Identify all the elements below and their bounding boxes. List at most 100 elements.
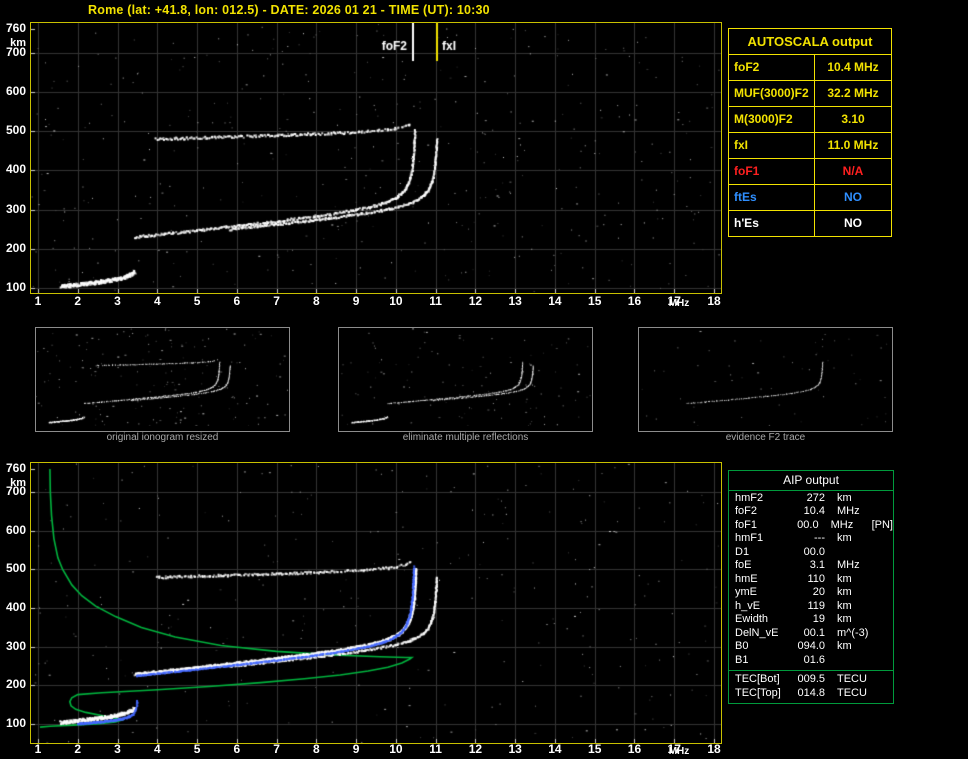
y-tick-label: 760 (5, 21, 26, 35)
x-tick-label: 6 (233, 294, 241, 308)
thumb3-caption: evidence F2 trace (725, 432, 806, 443)
autoscala-value: 11.0 MHz (827, 138, 879, 152)
x-tick-label: 15 (588, 294, 602, 308)
thumb2-canvas (339, 328, 592, 426)
x-tick-label: 8 (313, 294, 320, 308)
autoscala-param: foF2 (729, 55, 815, 80)
aip-value: 10.4 (803, 505, 825, 518)
aip-row: foE 3.1 MHz (729, 559, 893, 573)
y-tick-label: 200 (5, 240, 26, 255)
top-ionogram-canvas (31, 23, 721, 293)
aip-param: ymE (735, 586, 757, 599)
autoscala-row: foF2 10.4 MHz (729, 54, 891, 80)
aip-param: foF1 (735, 518, 758, 531)
autoscala-value: 32.2 MHz (827, 86, 879, 100)
aip-unit: MHz (837, 505, 860, 518)
aip-unit: km (837, 640, 852, 653)
autoscala-param: h'Es (729, 211, 815, 236)
bottom-ionogram-canvas (31, 463, 721, 743)
bottom-ionogram-panel (30, 462, 722, 744)
x-tick-label: 3 (114, 294, 121, 308)
aip-value: 00.0 (797, 518, 819, 531)
x-tick-label: 5 (193, 294, 201, 308)
aip-param: TEC[Top] (735, 686, 781, 699)
y-axis-unit: km (10, 477, 26, 489)
y-tick-label: 500 (5, 561, 26, 576)
aip-param: foE (735, 559, 752, 572)
aip-value: 272 (806, 491, 825, 504)
autoscala-value: 10.4 MHz (827, 60, 879, 74)
aip-row: DelN_vE 00.1 m^(-3) (729, 626, 893, 640)
aip-row: Ewidth 19 km (729, 613, 893, 627)
autoscala-value: NO (844, 190, 862, 204)
x-tick-label: 14 (548, 294, 562, 308)
aip-value: 009.5 (797, 673, 825, 686)
aip-param: TEC[Bot] (735, 673, 780, 686)
aip-row: B0 094.0 km (729, 640, 893, 654)
aip-row: foF1 00.0 MHz [PN] (729, 518, 893, 532)
y-tick-label: 600 (5, 83, 26, 98)
aip-param: D1 (735, 545, 750, 558)
autoscala-row: foF1 N/A (729, 158, 891, 184)
aip-value: 19 (812, 613, 825, 626)
aip-param: DelN_vE (735, 626, 779, 639)
thumb-original-ionogram (35, 327, 290, 432)
aip-row: foF2 10.4 MHz (729, 505, 893, 519)
thumb1-caption: original ionogram resized (106, 432, 219, 443)
y-tick-label: 500 (5, 123, 26, 138)
autoscala-row: h'Es NO (729, 210, 891, 236)
x-tick-label: 11 (429, 294, 442, 308)
y-tick-label: 600 (5, 522, 26, 537)
y-tick-label: 400 (5, 600, 26, 615)
aip-value: 01.6 (803, 653, 825, 666)
thumb2-caption: eliminate multiple reflections (402, 432, 529, 443)
autoscala-window: Rome (lat: +41.8, lon: 012.5) - DATE: 20… (0, 0, 968, 757)
thumb-eliminate-multiples (338, 327, 593, 432)
aip-unit: MHz (830, 518, 854, 531)
aip-unit: m^(-3) (837, 626, 869, 639)
aip-row: B1 01.6 (729, 653, 893, 667)
aip-value: 00.0 (803, 545, 825, 558)
autoscala-param: foF1 (729, 159, 815, 184)
aip-unit: km (837, 586, 852, 599)
autoscala-param: MUF(3000)F2 (729, 81, 815, 106)
autoscala-table-rows: foF2 10.4 MHz MUF(3000)F2 32.2 MHz M(3000)F2… (729, 54, 891, 236)
aip-row: h_vE 119 km (729, 599, 893, 613)
autoscala-param: fxI (729, 133, 815, 158)
aip-row: hmE 110 km (729, 572, 893, 586)
thumb1-canvas (36, 328, 289, 426)
aip-param: hmF1 (735, 532, 764, 545)
x-tick-label: 9 (352, 294, 360, 308)
thumb-evidence-f2-trace (638, 327, 893, 432)
aip-output-table: AIP output hmF2 272 km foF2 10.4 MHz foF1 00.0 M… (728, 470, 894, 704)
aip-value: --- (814, 532, 825, 545)
y-tick-label: 200 (5, 677, 26, 692)
aip-value: 094.0 (797, 640, 825, 653)
page-title: Rome (lat: +41.8, lon: 012.5) - DATE: 20… (88, 3, 490, 17)
aip-unit: TECU (837, 686, 867, 699)
y-tick-label: 100 (5, 716, 26, 730)
x-tick-label: 16 (627, 294, 642, 308)
y-tick-label: 400 (5, 162, 26, 177)
aip-unit: MHz (837, 559, 860, 572)
aip-param: foF2 (735, 505, 758, 518)
autoscala-value: N/A (842, 164, 864, 178)
autoscala-value: NO (844, 216, 862, 230)
x-axis-unit: MHz (668, 298, 690, 309)
aip-value: 3.1 (809, 559, 825, 572)
aip-table-rows: hmF2 272 km foF2 10.4 MHz foF1 00.0 MHz [PN] hmF1 -… (729, 491, 893, 667)
autoscala-param: ftEs (729, 185, 815, 210)
y-tick-label: 100 (5, 280, 26, 294)
aip-row: hmF2 272 km (729, 491, 893, 505)
aip-value: 00.1 (803, 626, 825, 639)
aip-value: 110 (807, 572, 825, 585)
autoscala-output-table: AUTOSCALA output foF2 10.4 MHz MUF(3000)F2… (728, 28, 892, 237)
aip-row: hmF1 --- km (729, 532, 893, 546)
x-tick-label: 2 (74, 294, 82, 308)
x-tick-label: 12 (468, 294, 483, 308)
autoscala-row: M(3000)F2 3.10 (729, 106, 891, 132)
aip-param: hmE (735, 572, 758, 585)
y-tick-label: 760 (5, 461, 26, 475)
aip-extra: [PN] (871, 518, 893, 531)
thumb3-canvas (639, 328, 892, 426)
